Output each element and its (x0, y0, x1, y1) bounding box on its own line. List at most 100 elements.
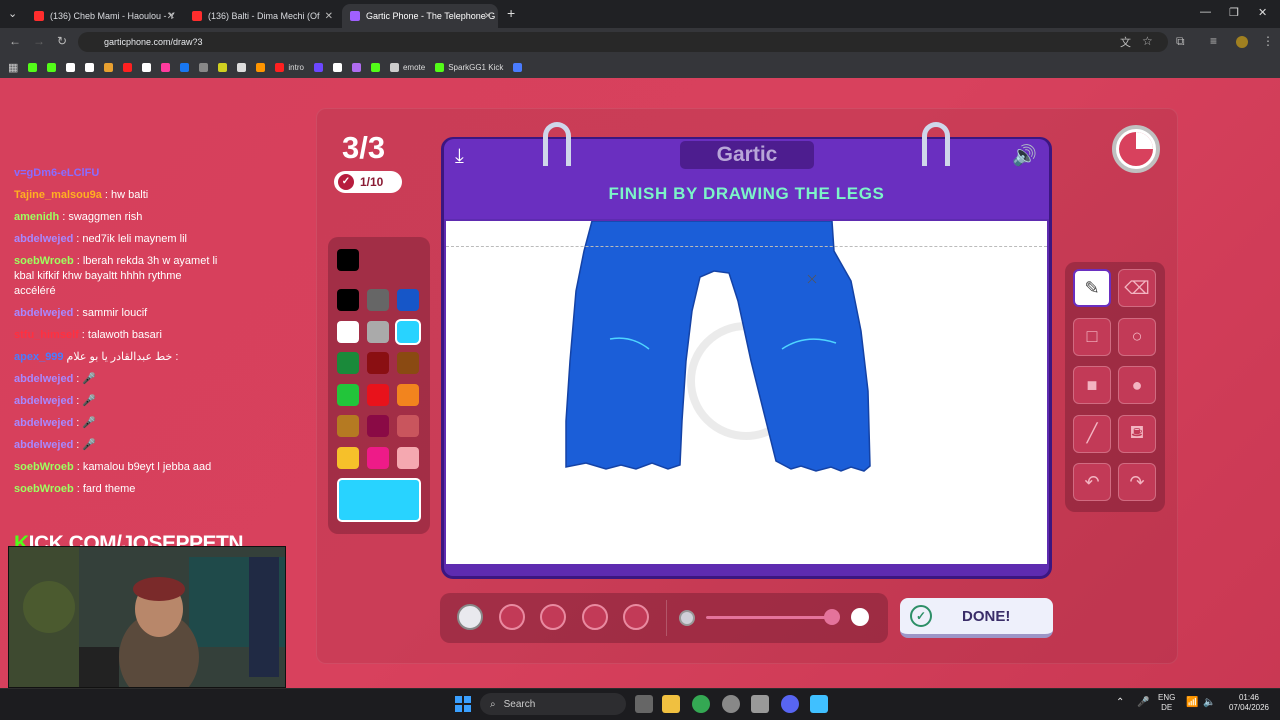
settings-gear-icon[interactable] (751, 695, 769, 713)
tab-list-chevron-icon[interactable]: ⌄ (8, 7, 17, 20)
tab-cheb-mami[interactable]: (136) Cheb Mami - Haoulou - Y ✕ (26, 4, 181, 28)
minimize-icon[interactable]: — (1200, 6, 1211, 18)
tray-overflow-chevron-icon[interactable]: ⌃ (1116, 698, 1124, 708)
color-swatch[interactable] (367, 446, 389, 469)
color-swatch[interactable] (337, 383, 359, 406)
chat-username: soebWroeb (14, 461, 74, 473)
wifi-icon[interactable]: 📶 (1186, 698, 1198, 708)
download-icon[interactable]: ⤓ (455, 145, 464, 168)
bookmark-item[interactable] (123, 62, 133, 72)
brush-size-button[interactable] (540, 604, 566, 630)
close-window-icon[interactable]: ✕ (1258, 6, 1267, 19)
new-tab-plus-icon[interactable]: + (507, 5, 515, 21)
bookmark-item[interactable] (161, 62, 171, 72)
color-swatch[interactable] (337, 446, 359, 469)
bookmark-item[interactable] (28, 62, 38, 72)
pencil-icon[interactable]: ✎ (1073, 269, 1111, 307)
bookmark-item[interactable] (142, 62, 152, 72)
bookmark-item[interactable]: SparkGG1 Kick (435, 62, 503, 72)
volume-icon[interactable]: 🔈 (1203, 698, 1215, 708)
bookmark-item[interactable] (180, 62, 190, 72)
bookmark-item[interactable] (218, 62, 228, 72)
brush-size-button[interactable] (623, 604, 649, 630)
file-explorer-icon[interactable] (662, 695, 680, 713)
color-swatch[interactable] (337, 415, 359, 437)
close-tab-icon[interactable]: ✕ (484, 11, 492, 22)
bookmark-item[interactable] (256, 62, 266, 72)
brush-size-button[interactable] (457, 604, 483, 630)
forward-icon[interactable]: → (33, 34, 45, 48)
color-swatch[interactable] (397, 383, 419, 406)
color-swatch[interactable] (397, 352, 419, 374)
obs-icon[interactable] (722, 695, 740, 713)
back-icon[interactable]: ← (9, 34, 21, 48)
bookmark-item[interactable] (66, 62, 76, 72)
bookmark-item[interactable] (351, 62, 361, 72)
clock[interactable]: 01:46 07/04/2026 (1224, 693, 1274, 713)
bookmark-item[interactable]: emote (389, 62, 425, 72)
color-swatch[interactable] (367, 415, 389, 437)
bucket-icon[interactable]: ⛾ (1118, 414, 1156, 453)
drawing-canvas[interactable] (446, 220, 1047, 564)
square-fill-icon[interactable]: ■ (1073, 366, 1111, 404)
bookmark-item[interactable] (332, 62, 342, 72)
color-swatch[interactable] (397, 446, 419, 469)
bookmark-item[interactable] (237, 62, 247, 72)
close-tab-icon[interactable]: ✕ (167, 11, 175, 22)
brush-size-button[interactable] (498, 604, 525, 630)
redo-icon[interactable]: ↷ (1118, 463, 1156, 501)
bookmark-item[interactable] (513, 62, 523, 72)
speaker-icon[interactable]: 🔊 (1012, 143, 1037, 168)
chrome-icon[interactable] (692, 695, 710, 713)
discord-icon[interactable] (781, 695, 799, 713)
bookmark-item[interactable] (47, 62, 57, 72)
bookmark-item[interactable] (104, 62, 114, 72)
circle-fill-icon[interactable]: ● (1118, 366, 1156, 404)
color-swatch[interactable] (367, 320, 389, 343)
color-swatch-recent[interactable] (337, 249, 359, 271)
extensions-icon[interactable]: ⧉ (1176, 34, 1185, 49)
bookmark-item[interactable] (199, 62, 209, 72)
color-swatch[interactable] (367, 352, 389, 374)
bookmark-star-icon[interactable]: ☆ (1142, 34, 1153, 48)
color-swatch[interactable] (397, 320, 419, 343)
tab-balti[interactable]: (136) Balti - Dima Mechi (Of ✕ (184, 4, 339, 28)
bookmark-item[interactable] (85, 62, 95, 72)
reload-icon[interactable]: ↻ (57, 34, 67, 48)
close-tab-icon[interactable]: ✕ (325, 11, 333, 22)
color-swatch[interactable] (337, 320, 359, 343)
square-outline-icon[interactable]: □ (1073, 317, 1111, 356)
tab-gartic-phone[interactable]: Gartic Phone - The Telephone G ✕ (342, 4, 498, 28)
address-bar[interactable]: garticphone.com/draw?3 (78, 32, 1168, 52)
translate-icon[interactable]: 文 (1120, 34, 1131, 50)
bookmark-item[interactable] (313, 62, 323, 72)
color-swatch[interactable] (337, 289, 359, 311)
color-swatch[interactable] (397, 415, 419, 437)
done-button[interactable]: ✓ DONE! (900, 598, 1053, 638)
line-icon[interactable]: ╱ (1073, 414, 1111, 453)
bookmark-favicon-icon (66, 62, 76, 72)
opacity-slider-knob[interactable] (824, 609, 840, 625)
color-swatch[interactable] (397, 289, 419, 311)
eraser-icon[interactable]: ⌫ (1118, 269, 1156, 307)
restore-icon[interactable]: ❐ (1229, 6, 1239, 19)
color-swatch[interactable] (367, 289, 389, 311)
brush-size-button[interactable] (581, 604, 608, 630)
reading-list-icon[interactable]: ≡ (1210, 34, 1217, 48)
bookmark-item[interactable] (370, 62, 380, 72)
menu-dots-icon[interactable]: ⋮ (1262, 34, 1274, 48)
color-swatch[interactable] (367, 383, 389, 406)
task-view-icon[interactable] (635, 695, 653, 713)
apps-grid-icon[interactable]: ▦ (8, 61, 18, 74)
current-color-preview[interactable] (337, 478, 421, 522)
taskbar-search[interactable]: ⌕ Search (480, 693, 626, 715)
microphone-icon[interactable]: 🎤 (1137, 698, 1149, 708)
undo-icon[interactable]: ↶ (1073, 463, 1111, 501)
circle-outline-icon[interactable]: ○ (1118, 317, 1156, 356)
color-swatch[interactable] (337, 352, 359, 374)
notepad-icon[interactable] (810, 695, 828, 713)
bookmark-item[interactable]: intro (275, 62, 304, 72)
windows-start-icon[interactable] (455, 696, 471, 712)
profile-avatar[interactable] (1236, 36, 1248, 48)
language-indicator[interactable]: ENG DE (1158, 693, 1175, 713)
